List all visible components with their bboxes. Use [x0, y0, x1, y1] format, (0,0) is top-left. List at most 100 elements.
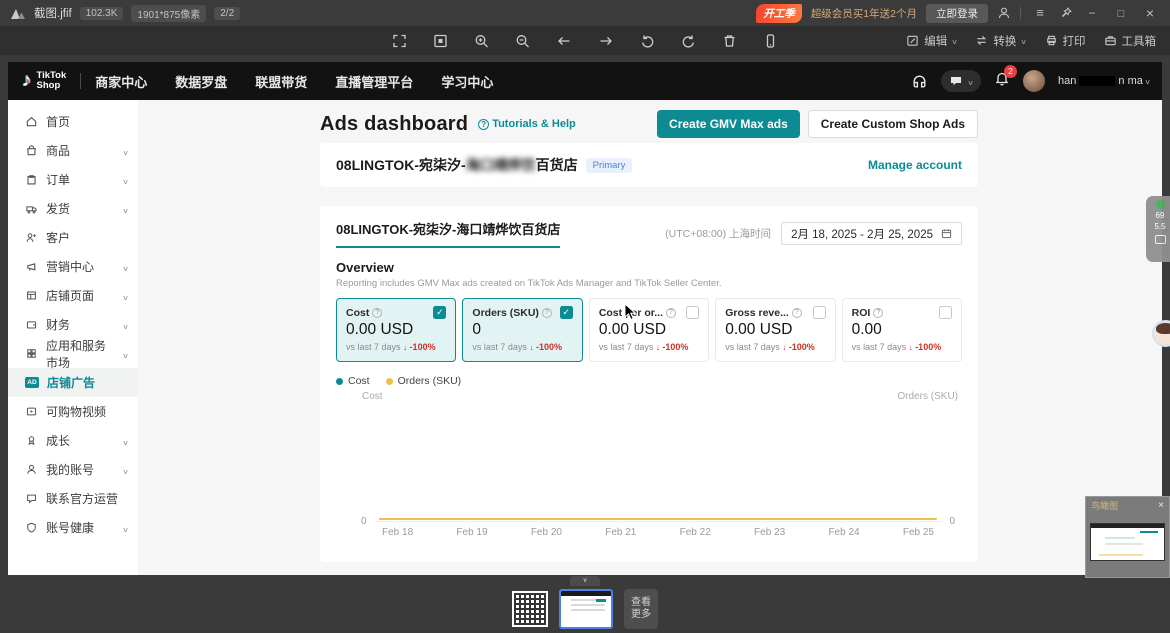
create-custom-shop-ads-button[interactable]: Create Custom Shop Ads [808, 110, 978, 138]
metric-card-gross-revenue[interactable]: Gross reve... 0.00 USD vs last 7 days -1… [715, 298, 835, 362]
birdseye-preview[interactable] [1090, 523, 1165, 561]
info-icon[interactable] [542, 308, 552, 318]
info-icon[interactable] [792, 308, 802, 318]
nav-learning-center[interactable]: 学习中心 [441, 72, 493, 91]
sidebar-item-shoppable-videos[interactable]: 可购物视频 [8, 397, 138, 426]
maximize-button[interactable] [1111, 0, 1131, 27]
order-icon [25, 173, 38, 186]
chevron-down-icon [123, 318, 128, 332]
camera-icon[interactable] [1155, 235, 1166, 244]
next-image-icon[interactable] [598, 33, 615, 49]
menu-icon[interactable] [1030, 0, 1050, 26]
convert-menu[interactable]: 转换 [975, 33, 1026, 49]
edit-menu[interactable]: 编辑 [906, 33, 957, 49]
close-icon[interactable] [1158, 500, 1164, 511]
metric-checkbox-unchecked[interactable] [813, 306, 826, 319]
promo-badge[interactable]: 开工季 [756, 4, 802, 23]
metric-checkbox-unchecked[interactable] [686, 306, 699, 319]
rotate-left-icon[interactable] [640, 33, 656, 49]
sidebar-item-growth[interactable]: 成长 [8, 426, 138, 455]
birdseye-panel: 鸟瞰图 [1085, 496, 1170, 578]
sidebar-item-apps-market[interactable]: 应用和服务市场 [8, 339, 138, 368]
legend-cost[interactable]: Cost [336, 375, 370, 387]
qr-code-thumbnail[interactable] [512, 591, 548, 627]
sidebar-item-account-health[interactable]: 账号健康 [8, 513, 138, 542]
tiktok-shop-logo[interactable]: ♪ TikTok Shop [22, 70, 66, 92]
headset-icon[interactable] [911, 73, 928, 90]
metric-value: 0 [472, 321, 572, 339]
metric-label: ROI [852, 307, 871, 319]
tutorials-link[interactable]: Tutorials & Help [478, 118, 576, 130]
metric-checkbox-checked[interactable] [560, 306, 573, 319]
side-stats-widget[interactable]: 69 5.5 [1146, 196, 1170, 262]
toolbox-label: 工具箱 [1122, 33, 1157, 49]
metric-checkbox-unchecked[interactable] [939, 306, 952, 319]
notifications-button[interactable]: 2 [994, 71, 1010, 92]
convert-label: 转换 [993, 33, 1016, 49]
user-avatar[interactable] [1023, 70, 1045, 92]
zoom-out-icon[interactable] [515, 33, 531, 49]
metric-delta: -100% [915, 342, 941, 352]
sidebar-item-customers[interactable]: 客户 [8, 223, 138, 252]
messages-menu[interactable] [941, 70, 981, 92]
sidebar-item-contact-support[interactable]: 联系官方运营 [8, 484, 138, 513]
toolbox-button[interactable]: 工具箱 [1104, 33, 1157, 49]
metric-label: Gross reve... [725, 307, 789, 319]
sidebar-item-shop-pages[interactable]: 店铺页面 [8, 281, 138, 310]
close-button[interactable] [1140, 0, 1160, 27]
sidebar-item-products[interactable]: 商品 [8, 136, 138, 165]
nav-seller-center[interactable]: 商家中心 [95, 72, 147, 91]
print-button[interactable]: 打印 [1045, 33, 1086, 49]
minimize-button[interactable] [1082, 0, 1102, 26]
info-icon[interactable] [873, 308, 883, 318]
info-icon[interactable] [666, 308, 676, 318]
sidebar-item-marketing[interactable]: 营销中心 [8, 252, 138, 281]
nav-data-compass[interactable]: 数据罗盘 [175, 72, 227, 91]
x-tick: Feb 21 [605, 527, 636, 538]
metric-card-cost[interactable]: Cost 0.00 USD vs last 7 days -100% [336, 298, 456, 362]
delete-icon[interactable] [722, 33, 738, 49]
metric-checkbox-checked[interactable] [433, 306, 446, 319]
nav-live-management[interactable]: 直播管理平台 [335, 72, 413, 91]
fit-screen-icon[interactable] [433, 33, 449, 49]
account-tab[interactable]: 08LINGTOK-宛柒汐-海口靖烨饮百货店 [336, 219, 560, 248]
metric-card-cost-per-order[interactable]: Cost per or... 0.00 USD vs last 7 days -… [589, 298, 709, 362]
nav-affiliate[interactable]: 联盟带货 [255, 72, 307, 91]
account-card: 08LINGTOK-宛柒汐-海口靖烨饮百货店 Primary Manage ac… [320, 143, 978, 187]
view-more-button[interactable]: 查看 更多 [624, 589, 658, 629]
filmstrip-collapse-handle[interactable] [570, 576, 600, 586]
birdseye-title: 鸟瞰图 [1091, 499, 1118, 512]
promo-text: 超级会员买1年送2个月 [811, 6, 917, 21]
create-gmv-max-ads-button[interactable]: Create GMV Max ads [657, 110, 800, 138]
pin-icon[interactable] [1059, 6, 1073, 20]
info-icon[interactable] [372, 308, 382, 318]
login-button[interactable]: 立即登录 [926, 4, 988, 23]
notification-count-badge: 2 [1004, 65, 1017, 78]
sidebar-item-shop-ads[interactable]: 店铺广告 [8, 368, 138, 397]
date-range-picker[interactable]: 2月 18, 2025 - 2月 25, 2025 [781, 222, 962, 245]
legend-dot-orders [386, 378, 393, 385]
metric-card-orders[interactable]: Orders (SKU) 0 vs last 7 days -100% [462, 298, 582, 362]
sidebar-item-shipping[interactable]: 发货 [8, 194, 138, 223]
manage-account-link[interactable]: Manage account [868, 158, 962, 172]
sidebar-item-home[interactable]: 首页 [8, 107, 138, 136]
compare-label: vs last 7 days [852, 342, 907, 352]
sidebar-item-label: 发货 [46, 200, 70, 217]
sidebar-item-finance[interactable]: 财务 [8, 310, 138, 339]
sidebar-item-orders[interactable]: 订单 [8, 165, 138, 194]
zoom-in-icon[interactable] [474, 33, 490, 49]
fullscreen-icon[interactable] [392, 33, 408, 49]
prev-image-icon[interactable] [556, 33, 573, 49]
user-name[interactable]: han n ma [1058, 75, 1150, 87]
rotate-right-icon[interactable] [681, 33, 697, 49]
user-icon[interactable] [997, 6, 1011, 20]
chevron-down-icon [1021, 35, 1026, 47]
legend-orders[interactable]: Orders (SKU) [386, 375, 462, 387]
metric-card-roi[interactable]: ROI 0.00 vs last 7 days -100% [842, 298, 962, 362]
overview-title: Overview [336, 260, 962, 275]
mobile-transfer-icon[interactable] [763, 33, 779, 49]
sidebar-item-label: 成长 [46, 432, 70, 449]
view-more-line2: 更多 [631, 609, 651, 621]
selected-image-thumbnail[interactable] [559, 589, 613, 629]
sidebar-item-my-account[interactable]: 我的账号 [8, 455, 138, 484]
